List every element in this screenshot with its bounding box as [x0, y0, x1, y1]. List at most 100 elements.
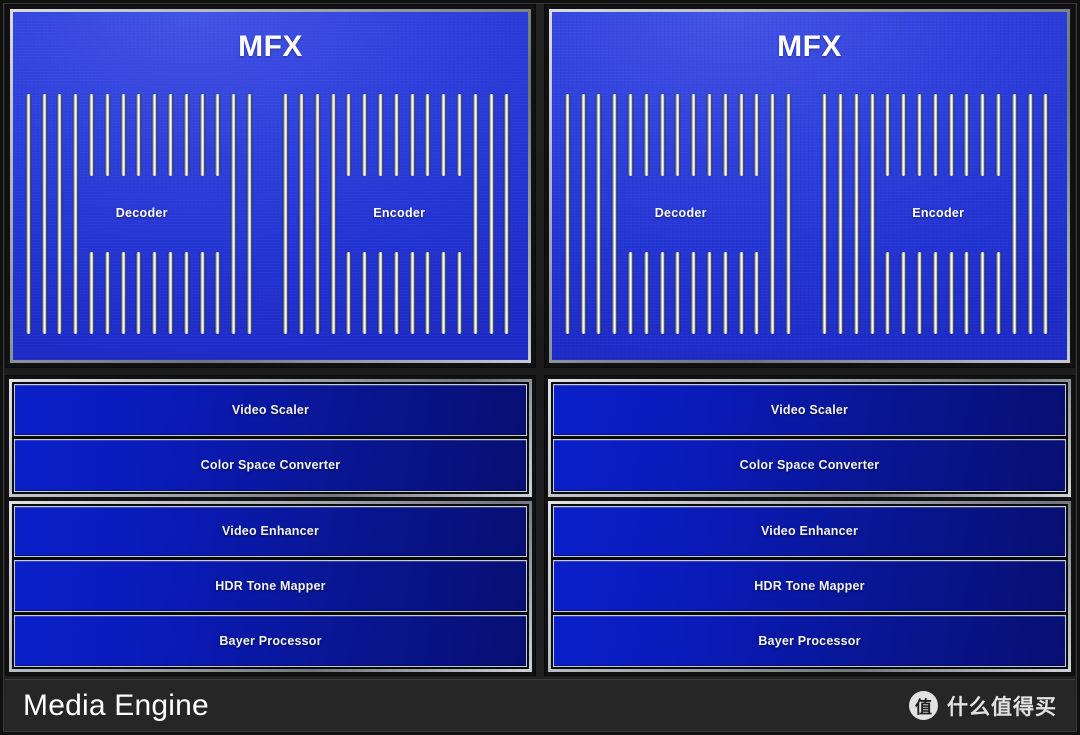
trace-finger-bot — [425, 252, 431, 334]
processing-group-right-1: Video Scaler Color Space Converter — [548, 379, 1071, 497]
trace-finger-top — [706, 94, 712, 176]
decoder-block-left[interactable]: Decoder — [23, 84, 261, 342]
media-engine-column-left: MFX Decoder Encoder Video Scaler Color S… — [5, 4, 536, 676]
processing-stack-left: Video Scaler Color Space Converter Video… — [5, 375, 536, 676]
block-video-enhancer-right[interactable]: Video Enhancer — [553, 505, 1066, 558]
block-color-space-converter-left[interactable]: Color Space Converter — [14, 439, 527, 492]
trace-finger-top — [659, 94, 665, 176]
smzdm-logo-icon: 值 — [909, 691, 938, 720]
block-bayer-processor-right[interactable]: Bayer Processor — [553, 615, 1066, 667]
trace-finger-bot — [754, 252, 760, 334]
panel-columns: MFX Decoder Encoder Video Scaler Color S… — [5, 4, 1075, 676]
engine-row-left: Decoder Encoder — [13, 84, 528, 346]
trace-finger-top — [917, 94, 923, 176]
processing-group-left-2: Video Enhancer HDR Tone Mapper Bayer Pro… — [9, 500, 532, 672]
trace-finger-top — [691, 94, 697, 176]
media-engine-title: Media Engine — [23, 688, 209, 722]
trace-finger-top — [722, 94, 728, 176]
block-label: Bayer Processor — [219, 634, 322, 649]
trace-finger-top — [964, 94, 970, 176]
trace-finger-bot — [199, 252, 205, 334]
trace-finger-top — [393, 94, 399, 176]
block-label: Video Scaler — [770, 403, 849, 418]
block-label: Video Scaler — [231, 403, 310, 418]
block-label: HDR Tone Mapper — [754, 579, 865, 594]
trace-finger-top — [183, 94, 189, 176]
trace-finger-bot — [691, 252, 697, 334]
trace-finger-bot — [948, 252, 954, 334]
trace-finger-top — [167, 94, 173, 176]
trace-finger-top — [362, 94, 368, 176]
trace-finger-top — [409, 94, 415, 176]
trace-finger-top — [754, 94, 760, 176]
trace-finger-bot — [136, 252, 142, 334]
trace-finger-top — [996, 94, 1002, 176]
block-color-space-converter-right[interactable]: Color Space Converter — [553, 439, 1066, 492]
trace-finger-top — [425, 94, 431, 176]
chip-die-canvas: MFX Decoder Encoder Video Scaler Color S… — [0, 0, 1080, 735]
trace-finger-top — [627, 94, 633, 176]
decoder-block-right[interactable]: Decoder — [562, 84, 800, 342]
trace-finger-top — [885, 94, 891, 176]
mfx-panel-left-inner: MFX Decoder Encoder — [10, 9, 531, 363]
trace-finger-bot — [659, 252, 665, 334]
media-engine-column-right: MFX Decoder Encoder Video Scaler Color S… — [544, 4, 1075, 676]
trace-finger-bot — [917, 252, 923, 334]
trace-finger-top — [675, 94, 681, 176]
trace-finger-top — [346, 94, 352, 176]
block-video-scaler-right[interactable]: Video Scaler — [553, 384, 1066, 437]
trace-finger-bot — [88, 252, 94, 334]
trace-finger-bot — [441, 252, 447, 334]
trace-finger-top — [88, 94, 94, 176]
block-label: Color Space Converter — [739, 458, 880, 473]
engine-row-right: Decoder Encoder — [552, 84, 1067, 346]
trace-finger-top — [104, 94, 110, 176]
decoder-label-left: Decoder — [115, 206, 168, 220]
block-hdr-tone-mapper-left[interactable]: HDR Tone Mapper — [14, 560, 527, 613]
trace-finger-bot — [346, 252, 352, 334]
trace-finger-top — [378, 94, 384, 176]
trace-finger-bot — [183, 252, 189, 334]
trace-finger-bot — [104, 252, 110, 334]
trace-finger-top — [901, 94, 907, 176]
trace-finger-bot — [706, 252, 712, 334]
block-label: Color Space Converter — [200, 458, 341, 473]
mfx-title-left: MFX — [238, 30, 303, 63]
trace-finger-bot — [120, 252, 126, 334]
block-label: Video Enhancer — [221, 524, 320, 539]
trace-finger-top — [136, 94, 142, 176]
trace-finger-bot — [362, 252, 368, 334]
processing-group-left-1: Video Scaler Color Space Converter — [9, 379, 532, 497]
trace-finger-bot — [901, 252, 907, 334]
block-hdr-tone-mapper-right[interactable]: HDR Tone Mapper — [553, 560, 1066, 613]
encoder-block-left[interactable]: Encoder — [280, 84, 518, 342]
block-video-enhancer-left[interactable]: Video Enhancer — [14, 505, 527, 558]
trace-finger-bot — [627, 252, 633, 334]
block-video-scaler-left[interactable]: Video Scaler — [14, 384, 527, 437]
processing-group-right-2: Video Enhancer HDR Tone Mapper Bayer Pro… — [548, 500, 1071, 672]
footer-bar: Media Engine 值 什么值得买 — [5, 679, 1075, 731]
trace-finger-bot — [932, 252, 938, 334]
watermark: 值 什么值得买 — [909, 691, 1057, 721]
trace-finger-bot — [980, 252, 986, 334]
trace-finger-top — [457, 94, 463, 176]
trace-finger-bot — [457, 252, 463, 334]
trace-finger-top — [120, 94, 126, 176]
trace-finger-top — [932, 94, 938, 176]
trace-finger-bot — [722, 252, 728, 334]
encoder-block-right[interactable]: Encoder — [819, 84, 1057, 342]
trace-finger-bot — [152, 252, 158, 334]
watermark-label: 什么值得买 — [947, 694, 1057, 719]
mfx-panel-left[interactable]: MFX Decoder Encoder — [5, 4, 536, 368]
trace-finger-bot — [378, 252, 384, 334]
mfx-panel-right-inner: MFX Decoder Encoder — [549, 9, 1070, 363]
trace-finger-bot — [409, 252, 415, 334]
trace-finger-top — [738, 94, 744, 176]
trace-finger-top — [980, 94, 986, 176]
mfx-panel-right[interactable]: MFX Decoder Encoder — [544, 4, 1075, 368]
trace-finger-top — [643, 94, 649, 176]
trace-finger-bot — [675, 252, 681, 334]
trace-finger-top — [948, 94, 954, 176]
mfx-title-right: MFX — [777, 30, 842, 63]
block-bayer-processor-left[interactable]: Bayer Processor — [14, 615, 527, 667]
